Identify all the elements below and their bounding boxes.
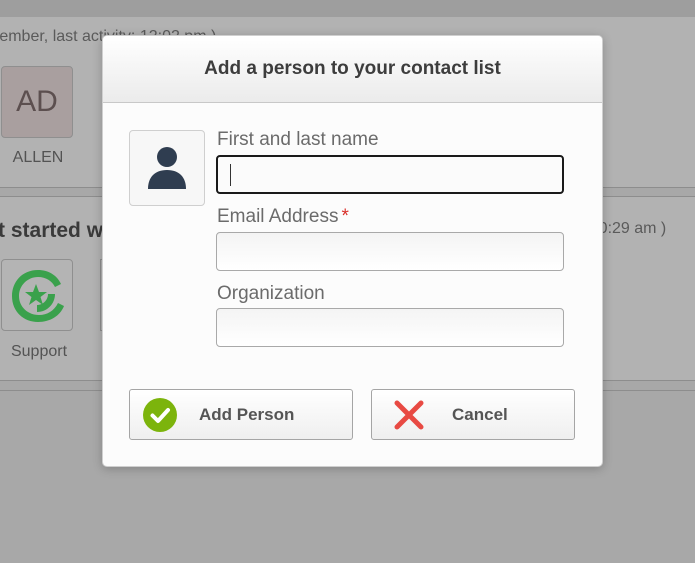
member-name: ALLEN [12,149,64,166]
support-logo-icon [12,270,64,322]
email-field-label: Email Address * [217,206,349,228]
contact-avatar-placeholder[interactable] [129,130,205,206]
text-caret [230,164,231,186]
member-avatar-initials: AD [16,85,58,118]
member-avatar[interactable]: AD [1,66,73,138]
name-field-label: First and last name [217,129,379,150]
email-input[interactable] [216,232,564,271]
dialog-header: Add a person to your contact list [103,36,602,103]
add-person-label: Add Person [199,405,295,424]
checkmark-circle-icon [143,398,177,432]
x-mark-icon [394,400,424,430]
support-tile[interactable] [1,259,73,331]
add-contact-dialog: Add a person to your contact list First … [102,35,603,467]
organization-field-label: Organization [217,283,325,304]
name-input[interactable] [216,155,564,194]
required-marker: * [341,206,349,227]
page-top-bar [0,0,695,17]
person-icon [148,147,186,189]
dialog-title: Add a person to your contact list [204,58,501,79]
add-person-button[interactable]: Add Person [129,389,353,440]
cancel-label: Cancel [452,405,508,424]
email-label-text: Email Address [217,206,339,227]
support-label: Support [10,343,68,360]
cancel-button[interactable]: Cancel [371,389,575,440]
organization-input[interactable] [216,308,564,347]
